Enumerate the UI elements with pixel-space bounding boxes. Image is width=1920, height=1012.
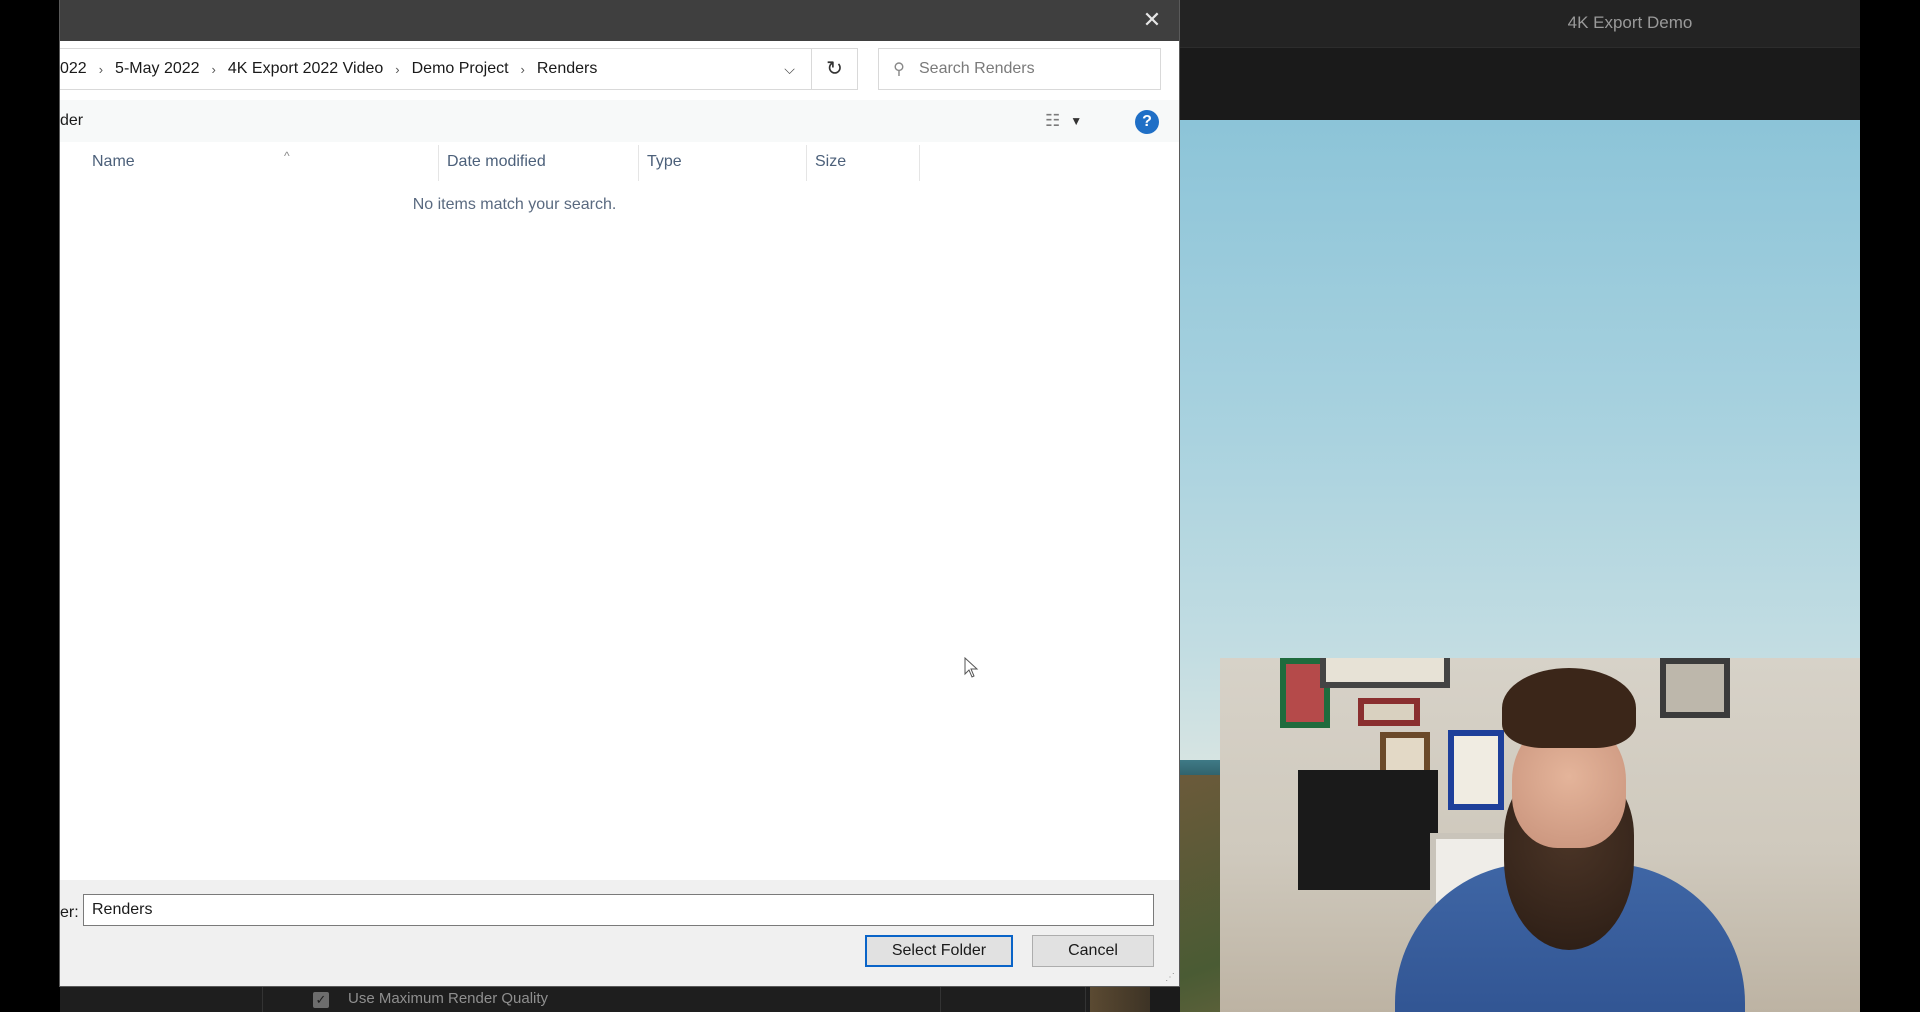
wall-frame (1358, 698, 1420, 726)
wall-frame (1660, 658, 1730, 718)
select-folder-button[interactable]: Select Folder (865, 935, 1013, 967)
chevron-right-icon[interactable]: › (389, 62, 405, 77)
dialog-footer: er: Select Folder Cancel ⋰ (60, 880, 1179, 986)
search-box[interactable]: ⚲ (878, 48, 1161, 90)
column-header-name[interactable]: Name ^ (84, 145, 439, 181)
cancel-button[interactable]: Cancel (1032, 935, 1154, 967)
folder-field-label: er: (60, 904, 79, 921)
chevron-down-icon[interactable]: ⌵ (768, 49, 812, 89)
breadcrumb-item[interactable]: Renders (531, 60, 603, 78)
breadcrumb-item[interactable]: 5-May 2022 (109, 60, 206, 78)
strip-divider (940, 986, 941, 1012)
sort-up-icon: ^ (284, 149, 290, 163)
television (1298, 770, 1438, 890)
close-icon[interactable]: ✕ (1135, 4, 1169, 36)
search-input[interactable] (919, 60, 1149, 78)
chevron-right-icon[interactable]: › (93, 62, 109, 77)
caret-down-icon: ▼ (1070, 114, 1083, 128)
search-icon: ⚲ (893, 61, 905, 78)
breadcrumb: 022 › 5-May 2022 › 4K Export 2022 Video … (60, 49, 603, 89)
column-label: Name (92, 153, 135, 170)
wall-frame (1448, 730, 1504, 810)
select-folder-dialog: ✕ 022 › 5-May 2022 › 4K Export 2022 Vide… (60, 0, 1179, 986)
column-header-size[interactable]: Size (807, 145, 920, 181)
resize-grip-icon[interactable]: ⋰ (1165, 972, 1177, 984)
dialog-titlebar: ✕ (60, 0, 1179, 41)
strip-divider (1085, 986, 1086, 1012)
strip-thumbnail (1090, 986, 1150, 1012)
render-quality-checkbox[interactable]: ✓ (313, 992, 329, 1008)
render-quality-label: Use Maximum Render Quality (348, 990, 549, 1007)
details-view-icon: ☷ (1045, 111, 1061, 130)
chevron-right-icon[interactable]: › (515, 62, 531, 77)
new-folder-button[interactable]: der (60, 100, 83, 142)
address-bar[interactable]: 022 › 5-May 2022 › 4K Export 2022 Video … (60, 48, 812, 90)
address-row: 022 › 5-May 2022 › 4K Export 2022 Video … (60, 48, 1179, 90)
wall-frame (1320, 658, 1450, 688)
view-options-button[interactable]: ☷ ▼ (1045, 108, 1105, 134)
empty-state: No items match your search. (60, 196, 1179, 214)
breadcrumb-item[interactable]: Demo Project (406, 60, 515, 78)
breadcrumb-item[interactable]: 022 (60, 60, 93, 78)
folder-name-input[interactable] (83, 894, 1154, 926)
column-header-date[interactable]: Date modified (439, 145, 639, 181)
column-header-type[interactable]: Type (639, 145, 807, 181)
mouse-cursor-icon (964, 657, 979, 678)
column-headers: Name ^ Date modified Type Size (60, 145, 1179, 181)
person-hair (1502, 668, 1636, 748)
empty-message: No items match your search. (412, 196, 617, 213)
screen: 4K Export Demo ✓ Use Maximum Render Qual… (0, 0, 1920, 1012)
strip-divider (262, 986, 263, 1012)
breadcrumb-item[interactable]: 4K Export 2022 Video (222, 60, 389, 78)
refresh-icon[interactable]: ↻ (812, 48, 858, 90)
export-settings-strip: ✓ Use Maximum Render Quality (60, 985, 1150, 1012)
chevron-right-icon[interactable]: › (206, 62, 222, 77)
editor-title: 4K Export Demo (1567, 13, 1693, 32)
help-button[interactable]: ? (1135, 110, 1159, 134)
command-bar: der ☷ ▼ ? (60, 100, 1179, 142)
editor-toolbar (1180, 48, 1860, 120)
webcam-overlay (1220, 658, 1860, 1012)
